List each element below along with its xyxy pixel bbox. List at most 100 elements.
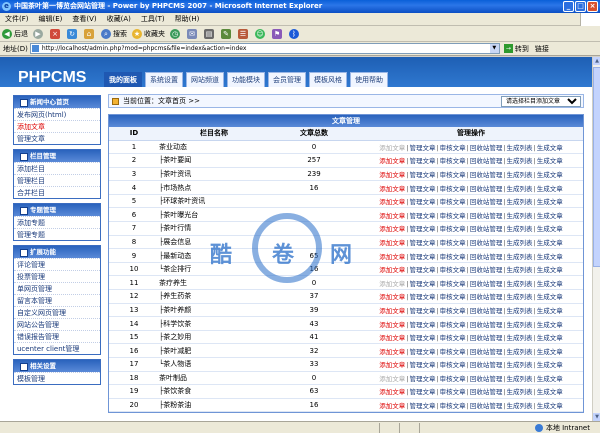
recycle-bin-link[interactable]: 回收站管理 <box>470 212 503 220</box>
recycle-bin-link[interactable]: 回收站管理 <box>470 402 503 410</box>
minimize-button[interactable]: _ <box>563 1 574 12</box>
generate-article-link[interactable]: 生成文章 <box>537 293 563 301</box>
stop-button[interactable]: × <box>50 28 62 39</box>
add-article-link[interactable]: 添加文章 <box>379 321 405 329</box>
sidebar-box-title[interactable]: 栏目管理 <box>14 150 100 162</box>
recycle-bin-link[interactable]: 回收站管理 <box>470 321 503 329</box>
menu-help[interactable]: 帮助(H) <box>170 14 205 24</box>
review-article-link[interactable]: 审核文章 <box>440 293 466 301</box>
recycle-bin-link[interactable]: 回收站管理 <box>470 239 503 247</box>
back-button[interactable]: ◀ 后退 <box>2 28 28 39</box>
manage-article-link[interactable]: 管理文章 <box>409 239 435 247</box>
sidebar-link[interactable]: 评论管理 <box>14 258 100 270</box>
review-article-link[interactable]: 审核文章 <box>440 239 466 247</box>
manage-article-link[interactable]: 管理文章 <box>409 171 435 179</box>
add-article-link[interactable]: 添加文章 <box>379 185 405 193</box>
tab-help[interactable]: 使用帮助 <box>350 72 388 87</box>
generate-article-link[interactable]: 生成文章 <box>537 239 563 247</box>
review-article-link[interactable]: 审核文章 <box>440 212 466 220</box>
recycle-bin-link[interactable]: 回收站管理 <box>470 266 503 274</box>
recycle-bin-link[interactable]: 回收站管理 <box>470 198 503 206</box>
manage-article-link[interactable]: 管理文章 <box>409 307 435 315</box>
generate-article-link[interactable]: 生成文章 <box>537 307 563 315</box>
manage-article-link[interactable]: 管理文章 <box>409 375 435 383</box>
generate-list-link[interactable]: 生成列表 <box>507 361 533 369</box>
add-article-link[interactable]: 添加文章 <box>379 266 405 274</box>
review-article-link[interactable]: 审核文章 <box>440 388 466 396</box>
manage-article-link[interactable]: 管理文章 <box>409 185 435 193</box>
links-button[interactable]: 链接 <box>535 44 549 54</box>
recycle-bin-link[interactable]: 回收站管理 <box>470 280 503 288</box>
sidebar-link[interactable]: 添加专题 <box>14 216 100 228</box>
bluetooth-button[interactable]: ᛒ <box>289 28 301 39</box>
review-article-link[interactable]: 审核文章 <box>440 185 466 193</box>
recycle-bin-link[interactable]: 回收站管理 <box>470 293 503 301</box>
review-article-link[interactable]: 审核文章 <box>440 361 466 369</box>
review-article-link[interactable]: 审核文章 <box>440 171 466 179</box>
manage-article-link[interactable]: 管理文章 <box>409 225 435 233</box>
generate-list-link[interactable]: 生成列表 <box>507 334 533 342</box>
sidebar-link[interactable]: 管理栏目 <box>14 174 100 186</box>
generate-article-link[interactable]: 生成文章 <box>537 280 563 288</box>
recycle-bin-link[interactable]: 回收站管理 <box>470 307 503 315</box>
recycle-bin-link[interactable]: 回收站管理 <box>470 348 503 356</box>
sidebar-link[interactable]: 网站公告管理 <box>14 318 100 330</box>
add-article-link[interactable]: 添加文章 <box>379 280 405 288</box>
manage-article-link[interactable]: 管理文章 <box>409 348 435 356</box>
add-article-link[interactable]: 添加文章 <box>379 402 405 410</box>
sidebar-link[interactable]: 模板管理 <box>14 372 100 384</box>
sidebar-box-title[interactable]: 相关设置 <box>14 360 100 372</box>
favorites-button[interactable]: ★ 收藏夹 <box>132 28 165 39</box>
discuss-button[interactable]: ☰ <box>238 28 250 39</box>
review-article-link[interactable]: 审核文章 <box>440 402 466 410</box>
review-article-link[interactable]: 审核文章 <box>440 375 466 383</box>
generate-list-link[interactable]: 生成列表 <box>507 157 533 165</box>
manage-article-link[interactable]: 管理文章 <box>409 293 435 301</box>
sidebar-link[interactable]: 投票管理 <box>14 270 100 282</box>
sidebar-box-title[interactable]: 新闻中心首页 <box>14 96 100 108</box>
add-article-link[interactable]: 添加文章 <box>379 293 405 301</box>
manage-article-link[interactable]: 管理文章 <box>409 361 435 369</box>
recycle-bin-link[interactable]: 回收站管理 <box>470 157 503 165</box>
manage-article-link[interactable]: 管理文章 <box>409 253 435 261</box>
sidebar-box-title[interactable]: 专题管理 <box>14 204 100 216</box>
add-article-link[interactable]: 添加文章 <box>379 239 405 247</box>
generate-list-link[interactable]: 生成列表 <box>507 144 533 152</box>
review-article-link[interactable]: 审核文章 <box>440 266 466 274</box>
manage-article-link[interactable]: 管理文章 <box>409 402 435 410</box>
review-article-link[interactable]: 审核文章 <box>440 334 466 342</box>
generate-article-link[interactable]: 生成文章 <box>537 157 563 165</box>
edit-button[interactable]: ✎ <box>221 28 233 39</box>
review-article-link[interactable]: 审核文章 <box>440 144 466 152</box>
review-article-link[interactable]: 审核文章 <box>440 157 466 165</box>
generate-article-link[interactable]: 生成文章 <box>537 225 563 233</box>
print-button[interactable]: ▤ <box>204 28 216 39</box>
address-input[interactable]: http://localhost/admin.php?mod=phpcms&fi… <box>29 43 500 54</box>
manage-article-link[interactable]: 管理文章 <box>409 198 435 206</box>
go-button[interactable]: → 转到 <box>503 44 529 54</box>
manage-article-link[interactable]: 管理文章 <box>409 388 435 396</box>
maximize-button[interactable]: □ <box>575 1 586 12</box>
generate-article-link[interactable]: 生成文章 <box>537 266 563 274</box>
messenger-button[interactable]: ☺ <box>255 28 267 39</box>
recycle-bin-link[interactable]: 回收站管理 <box>470 334 503 342</box>
generate-article-link[interactable]: 生成文章 <box>537 348 563 356</box>
scroll-down-icon[interactable]: ▼ <box>593 413 600 421</box>
manage-article-link[interactable]: 管理文章 <box>409 157 435 165</box>
recycle-bin-link[interactable]: 回收站管理 <box>470 375 503 383</box>
address-dropdown-icon[interactable]: ▼ <box>489 44 499 53</box>
generate-list-link[interactable]: 生成列表 <box>507 185 533 193</box>
recycle-bin-link[interactable]: 回收站管理 <box>470 388 503 396</box>
generate-list-link[interactable]: 生成列表 <box>507 266 533 274</box>
recycle-bin-link[interactable]: 回收站管理 <box>470 361 503 369</box>
history-button[interactable]: ◷ <box>170 28 182 39</box>
generate-list-link[interactable]: 生成列表 <box>507 307 533 315</box>
generate-article-link[interactable]: 生成文章 <box>537 144 563 152</box>
review-article-link[interactable]: 审核文章 <box>440 348 466 356</box>
sidebar-link[interactable]: 自定义网页管理 <box>14 306 100 318</box>
add-article-link[interactable]: 添加文章 <box>379 144 405 152</box>
menu-edit[interactable]: 编辑(E) <box>34 14 68 24</box>
add-article-link[interactable]: 添加文章 <box>379 375 405 383</box>
generate-list-link[interactable]: 生成列表 <box>507 402 533 410</box>
review-article-link[interactable]: 审核文章 <box>440 280 466 288</box>
